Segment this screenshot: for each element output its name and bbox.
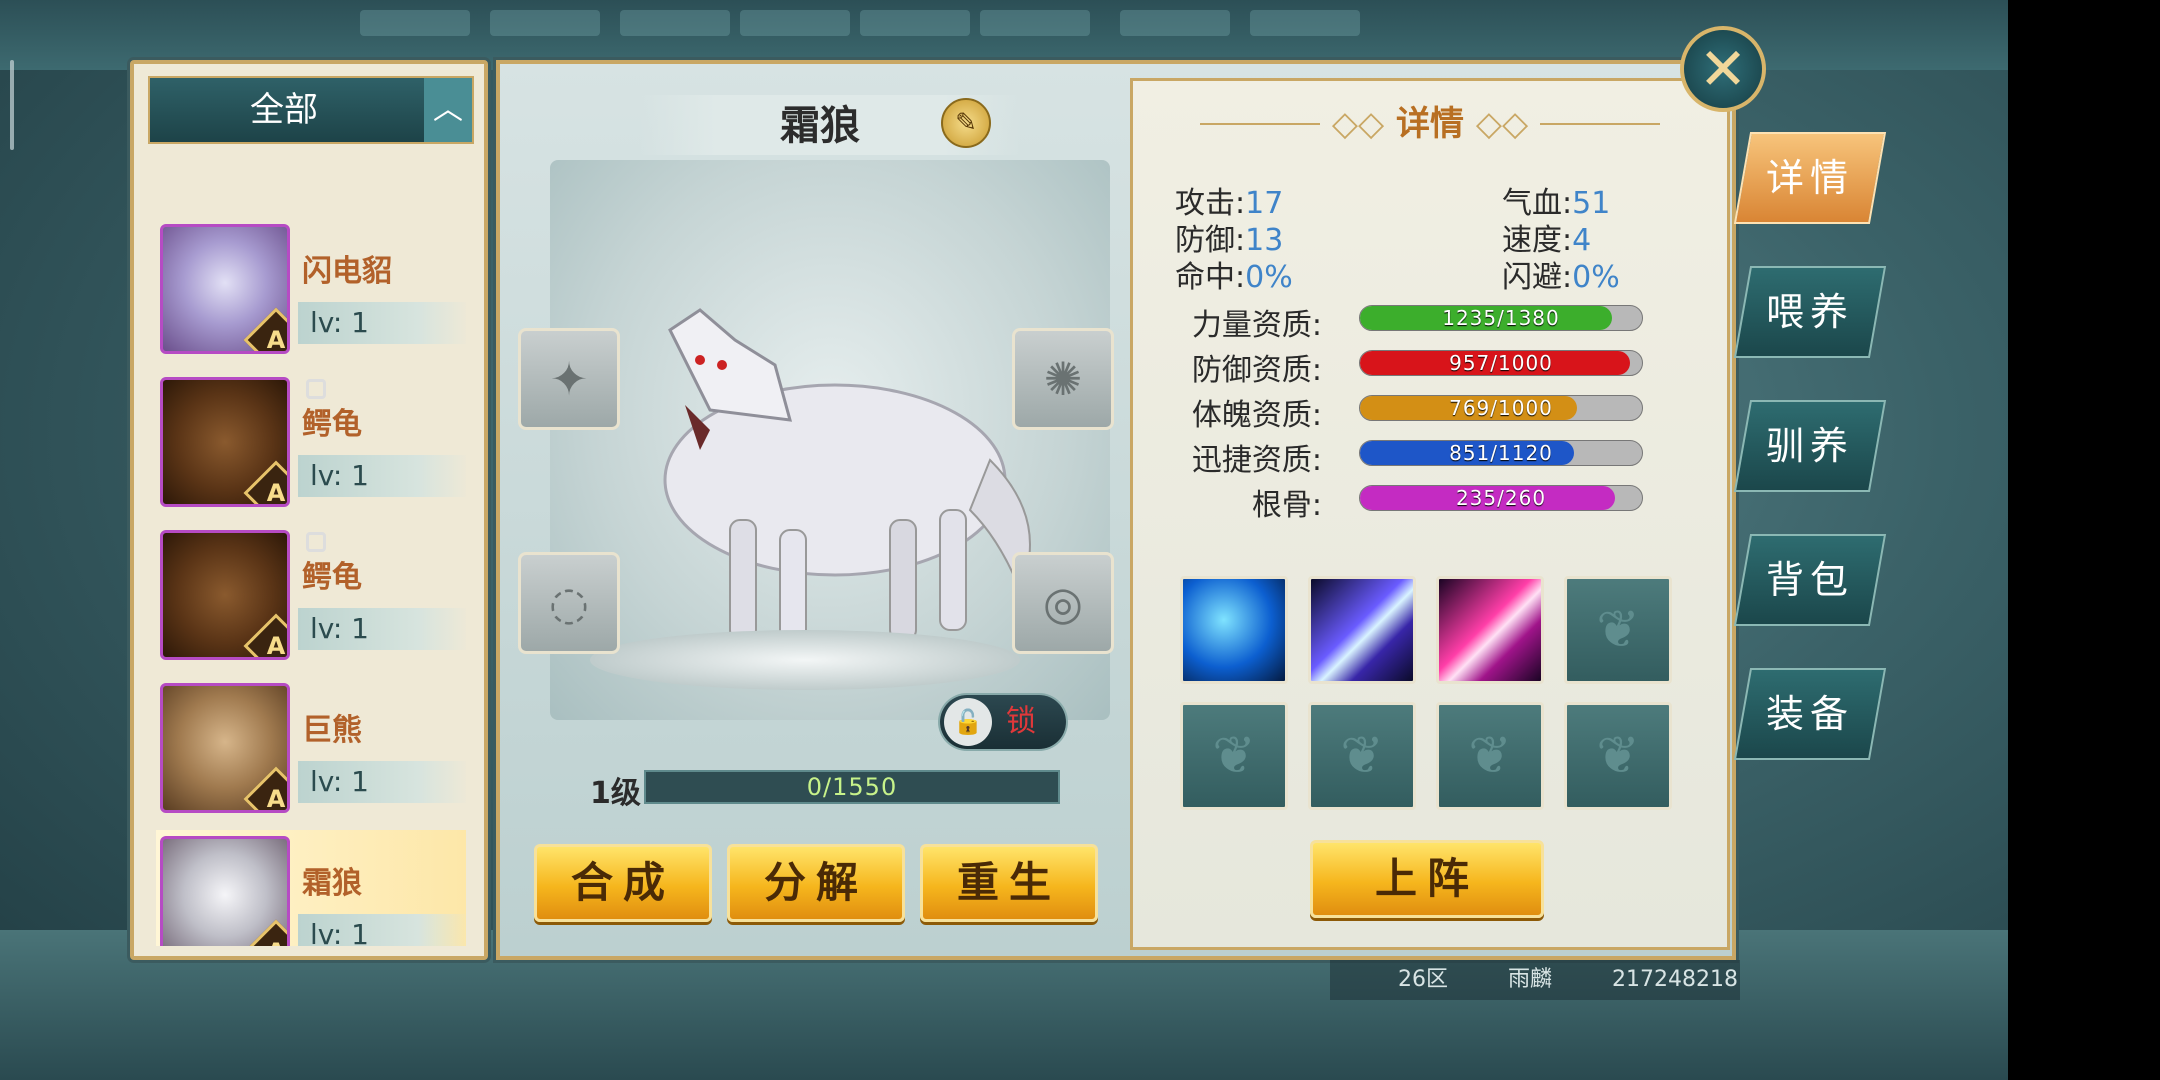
- purple-claw-skill-icon[interactable]: [1308, 576, 1416, 684]
- pet-name: 霜狼: [302, 866, 362, 901]
- pet-name: 鳄龟: [302, 407, 362, 442]
- grade-badge: A: [243, 460, 287, 504]
- deploy-button[interactable]: 上阵: [1310, 840, 1544, 918]
- grade-badge: A: [243, 613, 287, 657]
- beast-emblem-icon: ❦: [1212, 726, 1256, 786]
- aptitude-value: 957/1000: [1449, 351, 1553, 375]
- pet-list[interactable]: A 闪电貂 lv: 1 A 鳄龟 lv: 1 A 鳄龟 lv: 1 A 巨熊 lv: 1 A 霜狼 lv: …: [156, 156, 466, 946]
- aptitude-label: 力量资质:: [1191, 308, 1322, 343]
- aptitude-label: 防御资质:: [1191, 353, 1322, 388]
- rename-edit-icon[interactable]: ✎: [941, 98, 991, 148]
- empty-skill-slot[interactable]: ❦: [1564, 702, 1672, 810]
- side-tab-label: 背包: [1765, 558, 1854, 602]
- server-label: 26区: [1398, 967, 1448, 992]
- filter-dropdown[interactable]: 全部 ︿: [148, 76, 474, 144]
- pet-level-label: 1级: [590, 776, 641, 811]
- aptitude-value: 851/1120: [1449, 441, 1553, 465]
- grade-badge: A: [243, 307, 287, 351]
- beast-emblem-icon: ❦: [1596, 726, 1640, 786]
- side-tab[interactable]: 装备: [1733, 668, 1887, 760]
- pet-list-item[interactable]: A 鳄龟 lv: 1: [156, 524, 466, 664]
- pet-list-item[interactable]: A 巨熊 lv: 1: [156, 677, 466, 817]
- aptitude-label: 根骨:: [1251, 488, 1322, 523]
- side-tab[interactable]: 详情: [1733, 132, 1887, 224]
- aptitude-bar: 235/260: [1359, 485, 1643, 511]
- aptitude-value: 769/1000: [1449, 396, 1553, 420]
- aptitude-bar: 769/1000: [1359, 395, 1643, 421]
- equip-slot-necklace[interactable]: ◌: [518, 552, 620, 654]
- side-tab[interactable]: 背包: [1733, 534, 1887, 626]
- chevron-up-icon[interactable]: ︿: [424, 78, 472, 142]
- pet-level: lv: 1: [298, 302, 466, 344]
- side-tab[interactable]: 驯养: [1733, 400, 1887, 492]
- aptitude-bar: 851/1120: [1359, 440, 1643, 466]
- lock-icon: 🔓: [944, 698, 992, 746]
- pet-name: 鳄龟: [302, 560, 362, 595]
- player-name: 雨麟: [1508, 967, 1553, 992]
- beast-emblem-icon: ❦: [1596, 600, 1640, 660]
- pet-list-item[interactable]: A 霜狼 lv: 1: [156, 830, 466, 946]
- player-id: 217248218: [1612, 967, 1738, 992]
- empty-skill-slot[interactable]: ❦: [1436, 702, 1544, 810]
- side-tab[interactable]: 喂养: [1733, 266, 1887, 358]
- aptitude-value: 235/260: [1455, 486, 1547, 510]
- lock-toggle[interactable]: 🔓 锁: [940, 695, 1066, 749]
- pet-name-title: 霜狼: [780, 103, 860, 149]
- filter-label: 全部: [250, 90, 318, 130]
- edge-handle: [10, 60, 14, 150]
- pet-list-item[interactable]: A 闪电貂 lv: 1: [156, 218, 466, 358]
- screen-edge: [2008, 0, 2160, 1080]
- grade-badge: A: [243, 766, 287, 810]
- equip-slot-ring[interactable]: ◎: [1012, 552, 1114, 654]
- aptitude-label: 迅捷资质:: [1191, 443, 1322, 478]
- aptitude-bar: 1235/1380: [1359, 305, 1643, 331]
- details-title: ◇◇ 详情 ◇◇: [1331, 104, 1529, 144]
- pet-list-item[interactable]: A 鳄龟 lv: 1: [156, 371, 466, 511]
- pet-level: lv: 1: [298, 608, 466, 650]
- close-icon[interactable]: ✕: [1680, 26, 1766, 112]
- beast-emblem-icon: ❦: [1468, 726, 1512, 786]
- lock-icon: [306, 379, 326, 399]
- empty-skill-slot[interactable]: ❦: [1564, 576, 1672, 684]
- frost-wolf-skill-icon[interactable]: [1180, 576, 1288, 684]
- exp-bar: 0/1550: [644, 770, 1060, 804]
- aptitude-value: 1235/1380: [1442, 306, 1560, 330]
- exp-text: 0/1550: [806, 773, 898, 801]
- pet-list-panel: 全部 ︿ A闪电貂lv: 1A鳄龟lv: 1A鳄龟lv: 1A巨熊lv: 1A霜…: [130, 60, 488, 960]
- pet-name: 闪电貂: [302, 254, 392, 289]
- model-platform: [590, 630, 1020, 690]
- decompose-button[interactable]: 分解: [727, 844, 905, 922]
- side-tab-label: 装备: [1765, 692, 1854, 736]
- lock-label: 锁: [1006, 704, 1036, 739]
- side-tab-label: 驯养: [1765, 424, 1854, 468]
- empty-skill-slot[interactable]: ❦: [1180, 702, 1288, 810]
- aptitude-bar: 957/1000: [1359, 350, 1643, 376]
- stat-dodge: 闪避:0%: [1502, 260, 1620, 295]
- stat-hit: 命中:0%: [1175, 260, 1293, 295]
- pet-portrait: A: [160, 683, 290, 813]
- pet-level: lv: 1: [298, 761, 466, 803]
- side-tab-label: 喂养: [1765, 290, 1854, 334]
- pet-portrait: A: [160, 377, 290, 507]
- lock-icon: [306, 532, 326, 552]
- pet-name: 巨熊: [302, 713, 362, 748]
- rebirth-button[interactable]: 重生: [920, 844, 1098, 922]
- pet-level: lv: 1: [298, 914, 466, 946]
- compose-button[interactable]: 合成: [534, 844, 712, 922]
- side-tab-label: 详情: [1765, 156, 1854, 200]
- pet-portrait: A: [160, 224, 290, 354]
- empty-skill-slot[interactable]: ❦: [1308, 702, 1416, 810]
- pink-claw-skill-icon[interactable]: [1436, 576, 1544, 684]
- equip-slot-weapon[interactable]: ✦: [518, 328, 620, 430]
- aptitude-label: 体魄资质:: [1191, 398, 1322, 433]
- beast-emblem-icon: ❦: [1340, 726, 1384, 786]
- pet-level: lv: 1: [298, 455, 466, 497]
- pet-portrait: A: [160, 530, 290, 660]
- pet-portrait: A: [160, 836, 290, 946]
- grade-badge: A: [243, 919, 287, 946]
